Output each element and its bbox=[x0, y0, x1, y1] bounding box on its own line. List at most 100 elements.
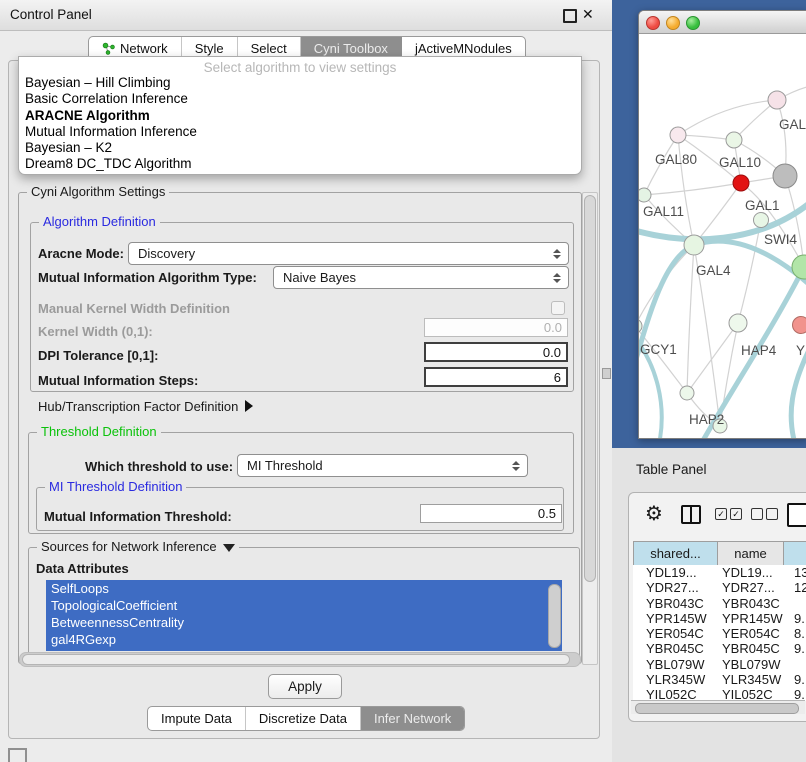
which-threshold-label: Which threshold to use: bbox=[85, 459, 233, 474]
dpi-tolerance-field[interactable] bbox=[424, 342, 568, 362]
table-row[interactable]: YDR27...YDR27...12 bbox=[633, 580, 806, 595]
network-canvas[interactable]: GALGAL80GAL10GAL1GAL11SWI4GAL4HAP4YGCY1H… bbox=[639, 34, 806, 438]
close-icon[interactable]: ✕ bbox=[582, 6, 594, 23]
data-attribute-item[interactable]: gal4RGexp bbox=[46, 631, 562, 648]
apply-button[interactable]: Apply bbox=[268, 674, 342, 699]
network-node-label: SWI4 bbox=[764, 232, 797, 247]
network-node-label: HAP4 bbox=[741, 343, 777, 358]
table-cell: YPR145W bbox=[717, 611, 783, 626]
network-node-hap4[interactable] bbox=[729, 314, 747, 332]
mi-algorithm-type-label: Mutual Information Algorithm Type: bbox=[38, 270, 257, 285]
table-cell: YDR27... bbox=[633, 580, 717, 595]
mi-threshold-label: Mutual Information Threshold: bbox=[44, 509, 232, 524]
network-node-gal80[interactable] bbox=[670, 127, 686, 143]
network-node-label: GCY1 bbox=[640, 342, 677, 357]
hub-definition-disclosure[interactable]: Hub/Transcription Factor Definition bbox=[38, 399, 253, 414]
panel-splitter-handle[interactable] bbox=[602, 368, 611, 379]
tab-label: Select bbox=[251, 41, 287, 56]
hub-definition-label: Hub/Transcription Factor Definition bbox=[38, 399, 238, 414]
data-attribute-item[interactable]: SelfLoops bbox=[46, 580, 562, 597]
network-node-y[interactable] bbox=[793, 317, 806, 334]
float-window-icon[interactable] bbox=[563, 9, 577, 23]
checked-box-icon: ✓ bbox=[730, 508, 742, 520]
network-view-window: GALGAL80GAL10GAL1GAL11SWI4GAL4HAP4YGCY1H… bbox=[638, 10, 806, 439]
mi-steps-field[interactable] bbox=[424, 367, 568, 387]
table-row[interactable]: YBR043CYBR043C bbox=[633, 596, 806, 611]
data-attribute-item[interactable]: BetweennessCentrality bbox=[46, 614, 562, 631]
kernel-width-field[interactable] bbox=[424, 318, 568, 337]
algorithm-option[interactable]: ARACNE Algorithm bbox=[19, 108, 581, 124]
float-panel-icon[interactable] bbox=[8, 748, 27, 762]
mi-algorithm-type-select[interactable]: Naive Bayes bbox=[273, 266, 569, 289]
group-title: MI Threshold Definition bbox=[45, 479, 186, 494]
minimize-traffic-light[interactable] bbox=[666, 16, 680, 30]
zoom-traffic-light[interactable] bbox=[686, 16, 700, 30]
deselect-all-columns-icon[interactable] bbox=[751, 508, 778, 520]
table-cell: YBR043C bbox=[633, 596, 717, 611]
network-node-label: GAL11 bbox=[643, 204, 684, 219]
network-node-gal[interactable] bbox=[768, 91, 786, 109]
manual-kernel-width-checkbox[interactable] bbox=[551, 301, 565, 315]
gear-icon[interactable]: ⚙ bbox=[645, 504, 663, 524]
network-node-gal1[interactable] bbox=[733, 175, 749, 191]
network-node[interactable] bbox=[792, 255, 806, 279]
group-title[interactable]: Sources for Network Inference bbox=[37, 539, 239, 554]
new-column-icon[interactable] bbox=[787, 503, 806, 527]
table-cell: YBR045C bbox=[717, 641, 783, 656]
table-row[interactable]: YIL052CYIL052C9. bbox=[633, 687, 806, 701]
network-node-swi4[interactable] bbox=[754, 213, 769, 228]
network-node-gal11[interactable] bbox=[639, 188, 651, 202]
algorithm-option[interactable]: Bayesian – K2 bbox=[19, 140, 581, 156]
tab-label: Impute Data bbox=[161, 711, 232, 726]
scrollbar-thumb[interactable] bbox=[584, 195, 596, 582]
bottom-tab-infer-network[interactable]: Infer Network bbox=[361, 707, 464, 730]
scrollbar-thumb[interactable] bbox=[22, 654, 570, 665]
column-header[interactable] bbox=[784, 542, 806, 565]
column-header[interactable]: name bbox=[718, 542, 784, 565]
close-traffic-light[interactable] bbox=[646, 16, 660, 30]
network-node-gal4[interactable] bbox=[684, 235, 704, 255]
which-threshold-select[interactable]: MI Threshold bbox=[237, 454, 528, 477]
table-row[interactable]: YBL079WYBL079W bbox=[633, 657, 806, 672]
table-panel-title: Table Panel bbox=[636, 462, 707, 477]
algorithm-option[interactable]: Basic Correlation Inference bbox=[19, 91, 581, 107]
aracne-mode-select[interactable]: Discovery bbox=[128, 242, 569, 265]
algorithm-option[interactable]: Dream8 DC_TDC Algorithm bbox=[19, 156, 581, 172]
list-scrollbar-thumb[interactable] bbox=[548, 584, 561, 648]
bottom-tab-impute-data[interactable]: Impute Data bbox=[148, 707, 246, 730]
table-cell: 8. bbox=[783, 626, 806, 641]
data-attributes-list[interactable]: SelfLoopsTopologicalCoefficientBetweenne… bbox=[46, 580, 562, 651]
column-header[interactable]: shared... bbox=[634, 542, 718, 565]
network-node-hap2[interactable] bbox=[680, 386, 694, 400]
scrollbar-thumb[interactable] bbox=[635, 703, 799, 714]
selected-value: MI Threshold bbox=[247, 458, 323, 473]
table-cell: YIL052C bbox=[717, 687, 783, 701]
split-pane-icon[interactable] bbox=[681, 505, 701, 524]
table-row[interactable]: YPR145WYPR145W9. bbox=[633, 611, 806, 626]
algorithm-select-placeholder[interactable]: Select algorithm to view settings bbox=[19, 60, 581, 75]
table-row[interactable]: YER054CYER054C8. bbox=[633, 626, 806, 641]
algorithm-option[interactable]: Mutual Information Inference bbox=[19, 124, 581, 140]
mi-threshold-field[interactable] bbox=[420, 504, 562, 523]
table-cell: YDL19... bbox=[717, 565, 783, 580]
mi-steps-label: Mutual Information Steps: bbox=[38, 373, 198, 388]
network-node[interactable] bbox=[773, 164, 797, 188]
network-node-label: GAL4 bbox=[696, 263, 731, 278]
tab-label: Discretize Data bbox=[259, 711, 347, 726]
select-all-columns-icon[interactable]: ✓ ✓ bbox=[715, 508, 742, 520]
settings-horizontal-scrollbar[interactable] bbox=[19, 652, 581, 667]
network-node-gcy1[interactable] bbox=[639, 319, 642, 333]
network-node-gal10[interactable] bbox=[726, 132, 742, 148]
table-row[interactable]: YLR345WYLR345W9. bbox=[633, 672, 806, 687]
data-attribute-item[interactable]: TopologicalCoefficient bbox=[46, 597, 562, 614]
settings-vertical-scrollbar[interactable] bbox=[582, 192, 598, 665]
tab-label: Style bbox=[195, 41, 224, 56]
table-row[interactable]: YBR045CYBR045C9. bbox=[633, 641, 806, 656]
table-cell: YBL079W bbox=[633, 657, 717, 672]
table-row[interactable]: YDL19...YDL19...13 bbox=[633, 565, 806, 580]
control-panel-bottom-tabs: Impute Data Discretize Data Infer Network bbox=[147, 706, 465, 731]
algorithm-option[interactable]: Bayesian – Hill Climbing bbox=[19, 75, 581, 91]
bottom-tab-discretize-data[interactable]: Discretize Data bbox=[246, 707, 361, 730]
table-horizontal-scrollbar[interactable] bbox=[631, 700, 805, 714]
table-cell: YPR145W bbox=[633, 611, 717, 626]
